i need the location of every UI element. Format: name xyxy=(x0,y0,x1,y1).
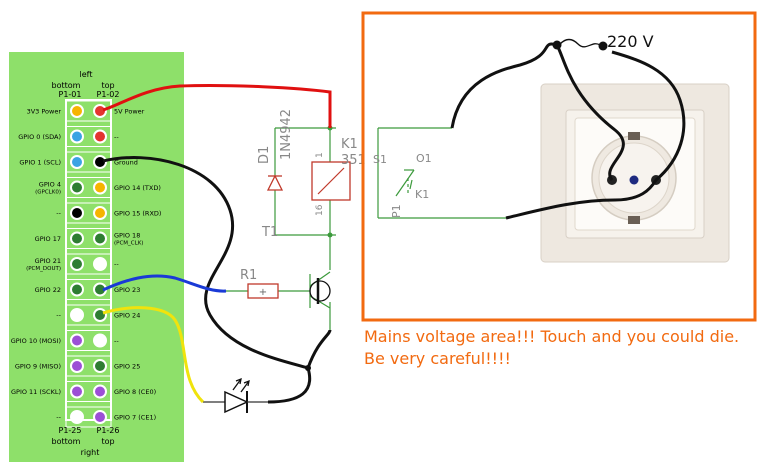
header-bottom-side: right xyxy=(81,448,100,457)
resistor-plus-icon: + xyxy=(259,287,267,298)
pin-right-dot xyxy=(93,206,107,220)
pin-left-label: -- xyxy=(56,312,61,320)
transistor-ref: T1 xyxy=(261,225,278,240)
pin-right-label: -- xyxy=(114,261,119,269)
pin-p1-25-label: P1-25 xyxy=(59,426,82,435)
pin-right-label: GPIO 25 xyxy=(114,363,140,371)
pin-right-dot xyxy=(93,129,107,144)
pin-right-dot xyxy=(93,410,107,424)
switch-s1: S1 xyxy=(373,153,387,166)
pin-left-label: 3V3 Power xyxy=(27,108,62,116)
pin-p1-26-label: P1-26 xyxy=(97,426,120,435)
pin-right-label: GPIO 8 (CE0) xyxy=(114,388,156,396)
pin-left-dot xyxy=(70,308,84,322)
pin-right-label: GPIO 14 (TXD) xyxy=(114,184,161,192)
pin-left-label: -- xyxy=(56,210,61,218)
pin-left-label: GPIO 21 xyxy=(35,257,61,265)
junction-dot xyxy=(327,232,333,238)
diode-ref: D1 xyxy=(257,146,272,164)
pin-p1-01-label: P1-01 xyxy=(59,90,82,99)
pin-right-label: GPIO 7 (CE1) xyxy=(114,414,156,422)
pin-left-label: GPIO 22 xyxy=(35,286,61,294)
pin-left-dot xyxy=(70,384,84,399)
switch-o1: O1 xyxy=(416,152,432,165)
mains-terminal xyxy=(552,40,562,50)
wiring-diagram: left bottom top P1-01 P1-02 3V3 Power 5V … xyxy=(9,11,757,462)
pin-right-dot xyxy=(93,231,107,246)
footer-col-top: top xyxy=(101,437,114,446)
relay-ref: K1 xyxy=(341,137,358,152)
wire-led-ground-black xyxy=(267,367,312,404)
pin-left-dot xyxy=(70,410,84,424)
led xyxy=(203,390,268,414)
mains-wire-gap xyxy=(559,38,601,48)
pin-left-dot xyxy=(70,155,84,169)
pin-left-label: GPIO 17 xyxy=(35,235,61,243)
pin-right-label: GPIO 18 xyxy=(114,232,140,240)
footer-col-bottom: bottom xyxy=(52,437,81,446)
pin-left-dot xyxy=(70,359,84,373)
diode-symbol xyxy=(266,174,284,191)
led-light-icon xyxy=(232,377,250,393)
mains-voltage-label: 220 V xyxy=(607,32,654,51)
pin-left-label: GPIO 4 xyxy=(39,181,61,189)
pin-left-label: -- xyxy=(56,414,61,422)
relay-pin-1: 1 xyxy=(315,152,325,158)
header-col-bottom: bottom xyxy=(52,81,81,90)
header-col-top: top xyxy=(101,81,114,90)
pin-right-dot xyxy=(93,333,107,348)
pin-right-dot xyxy=(93,359,107,373)
pin-right-label: GPIO 24 xyxy=(114,312,140,320)
pin-right-dot xyxy=(93,308,107,322)
pin-left-dot xyxy=(70,104,84,118)
pin-right-dot xyxy=(93,180,107,195)
mains-warning-text: Mains voltage area!!! Touch and you coul… xyxy=(364,327,740,368)
pin-left-sublabel: (GPCLK0) xyxy=(35,190,61,196)
pin-left-dot xyxy=(70,129,84,144)
pin-right-dot xyxy=(93,257,107,271)
junction-dot xyxy=(305,365,311,371)
pin-left-label: GPIO 1 (SCL) xyxy=(19,159,61,167)
pin-right-label: -- xyxy=(114,337,119,345)
pin-p1-02-label: P1-02 xyxy=(97,90,120,99)
pin-left-sublabel: (PCM_DOUT) xyxy=(26,266,61,272)
pin-left-dot xyxy=(70,282,84,297)
pin-left-dot xyxy=(70,333,84,348)
pin-right-dot xyxy=(93,384,107,399)
pin-right-label: GPIO 23 xyxy=(114,286,140,294)
pin-right-sublabel: (PCM_CLK) xyxy=(114,241,143,247)
relay-pin-16: 16 xyxy=(315,204,325,216)
pin-right-label: -- xyxy=(114,133,119,141)
pin-left-label: GPIO 10 (MOSI) xyxy=(11,337,61,345)
pin-right-label: GPIO 15 (RXD) xyxy=(114,210,161,218)
diode-part: 1N4942 xyxy=(279,109,294,160)
pin-left-dot xyxy=(70,180,84,195)
pin-left-label: GPIO 9 (MISO) xyxy=(15,363,61,371)
pin-left-label: GPIO 0 (SDA) xyxy=(18,133,61,141)
resistor-ref: R1 xyxy=(240,268,257,283)
header-top-side: left xyxy=(80,70,93,79)
transistor-body xyxy=(309,280,331,302)
pin-left-label: GPIO 11 (SCKL) xyxy=(11,388,61,396)
pin-left-dot xyxy=(70,231,84,246)
pin-right-label: 5V Power xyxy=(114,108,145,116)
wall-socket xyxy=(540,83,730,263)
switch-k1: K1 xyxy=(415,188,429,201)
pin-left-dot xyxy=(70,206,84,220)
switch-p1: P1 xyxy=(390,204,403,218)
pin-left-dot xyxy=(70,257,84,271)
